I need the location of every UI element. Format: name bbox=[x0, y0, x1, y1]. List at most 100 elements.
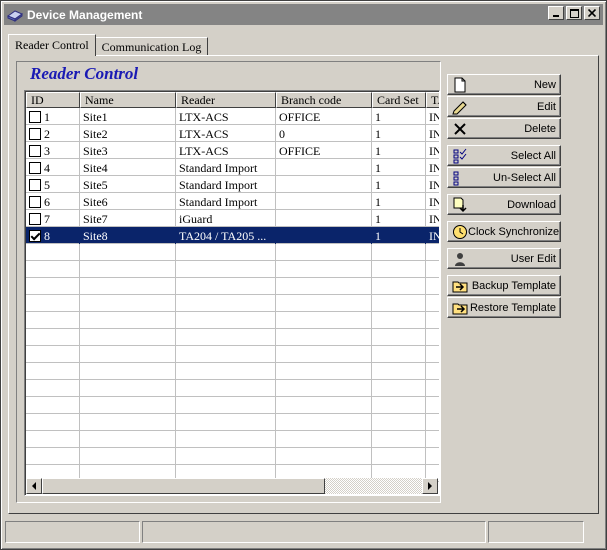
unselect-all-button[interactable]: Un-Select All bbox=[447, 167, 561, 188]
column-header-id[interactable]: ID bbox=[26, 92, 80, 108]
tab-label: Communication Log bbox=[101, 39, 202, 54]
cell-branch-code bbox=[276, 193, 372, 210]
button-label: Clock Synchronize bbox=[468, 225, 560, 238]
select-all-icon bbox=[453, 148, 467, 163]
reader-grid[interactable]: ID Name Reader Branch code Card Set TA 1… bbox=[24, 90, 440, 496]
cell-branch-code: OFFICE bbox=[276, 108, 372, 125]
cell-card-set: 1 bbox=[372, 210, 426, 227]
download-button[interactable]: Download bbox=[447, 194, 561, 215]
button-label: New bbox=[533, 78, 556, 91]
cell-card-set: 1 bbox=[372, 159, 426, 176]
user-edit-button[interactable]: User Edit bbox=[447, 248, 561, 269]
title-bar[interactable]: Device Management bbox=[4, 4, 603, 25]
empty-row bbox=[26, 312, 439, 329]
row-id: 4 bbox=[44, 160, 50, 175]
cell-id: 8 bbox=[26, 227, 80, 244]
empty-row bbox=[26, 329, 439, 346]
backup-folder-icon bbox=[452, 281, 468, 292]
cell-reader: LTX-ACS bbox=[176, 142, 276, 159]
column-header-name[interactable]: Name bbox=[80, 92, 176, 108]
cell-reader: LTX-ACS bbox=[176, 125, 276, 142]
cell-reader: Standard Import bbox=[176, 193, 276, 210]
table-row[interactable]: 5 Site5 Standard Import 1 IN bbox=[26, 176, 439, 193]
cell-ta: IN bbox=[426, 210, 439, 227]
delete-button[interactable]: Delete bbox=[447, 118, 561, 139]
restore-template-button[interactable]: Restore Template bbox=[447, 297, 561, 318]
scroll-right-button[interactable] bbox=[422, 478, 438, 494]
cell-branch-code bbox=[276, 159, 372, 176]
scroll-left-button[interactable] bbox=[26, 478, 42, 494]
empty-row bbox=[26, 397, 439, 414]
maximize-button[interactable] bbox=[566, 6, 582, 20]
cell-ta: IN bbox=[426, 125, 439, 142]
status-panel bbox=[142, 521, 486, 543]
table-row-selected[interactable]: 8 Site8 TA204 / TA205 ... 1 IN bbox=[26, 227, 439, 244]
button-label: Backup Template bbox=[471, 279, 556, 292]
tab-label: Reader Control bbox=[15, 38, 89, 52]
edit-button[interactable]: Edit bbox=[447, 96, 561, 117]
user-icon bbox=[455, 252, 465, 266]
minimize-icon bbox=[553, 15, 559, 17]
horizontal-scrollbar[interactable] bbox=[26, 478, 438, 494]
arrow-left-icon bbox=[32, 482, 36, 490]
row-checkbox[interactable] bbox=[29, 110, 41, 123]
cell-name: Site4 bbox=[80, 159, 176, 176]
table-row[interactable]: 2 Site2 LTX-ACS 0 1 IN bbox=[26, 125, 439, 142]
table-row[interactable]: 6 Site6 Standard Import 1 IN bbox=[26, 193, 439, 210]
status-panel bbox=[5, 521, 140, 543]
group-title: Reader Control bbox=[30, 64, 139, 83]
cell-name: Site1 bbox=[80, 108, 176, 125]
new-button[interactable]: New bbox=[447, 74, 561, 95]
row-checkbox[interactable] bbox=[29, 127, 41, 140]
row-checkbox[interactable] bbox=[29, 178, 41, 191]
row-checkbox[interactable] bbox=[29, 195, 41, 208]
clock-synchronize-button[interactable]: Clock Synchronize bbox=[447, 221, 561, 242]
scroll-thumb[interactable] bbox=[42, 478, 325, 494]
tab-communication-log[interactable]: Communication Log bbox=[94, 37, 209, 56]
row-checkbox[interactable] bbox=[29, 212, 41, 225]
row-checkbox[interactable] bbox=[29, 144, 41, 157]
row-id: 5 bbox=[44, 177, 50, 192]
select-all-button[interactable]: Select All bbox=[447, 145, 561, 166]
cell-card-set: 1 bbox=[372, 176, 426, 193]
cell-name: Site2 bbox=[80, 125, 176, 142]
cell-name: Site3 bbox=[80, 142, 176, 159]
cell-card-set: 1 bbox=[372, 142, 426, 159]
arrow-right-icon bbox=[428, 482, 432, 490]
backup-template-button[interactable]: Backup Template bbox=[447, 275, 561, 296]
table-row[interactable]: 1 Site1 LTX-ACS OFFICE 1 IN bbox=[26, 108, 439, 125]
cell-branch-code bbox=[276, 210, 372, 227]
empty-row bbox=[26, 278, 439, 295]
minimize-button[interactable] bbox=[548, 6, 564, 20]
button-label: Download bbox=[507, 198, 556, 211]
table-row[interactable]: 4 Site4 Standard Import 1 IN bbox=[26, 159, 439, 176]
row-checkbox[interactable] bbox=[29, 229, 41, 242]
download-icon bbox=[453, 197, 467, 212]
column-header-branch-code[interactable]: Branch code bbox=[276, 92, 372, 108]
button-label: Select All bbox=[510, 149, 556, 162]
column-header-reader[interactable]: Reader bbox=[176, 92, 276, 108]
tab-reader-control[interactable]: Reader Control bbox=[8, 34, 96, 56]
status-panel bbox=[488, 521, 584, 543]
window-title: Device Management bbox=[27, 7, 143, 22]
empty-row bbox=[26, 363, 439, 380]
cell-branch-code: OFFICE bbox=[276, 142, 372, 159]
column-header-ta[interactable]: TA bbox=[426, 92, 439, 108]
tab-strip: Reader Control Communication Log bbox=[8, 34, 209, 56]
row-checkbox[interactable] bbox=[29, 161, 41, 174]
cell-ta: IN bbox=[426, 108, 439, 125]
row-id: 1 bbox=[44, 109, 50, 124]
clock-icon bbox=[453, 224, 467, 239]
table-row[interactable]: 7 Site7 iGuard 1 IN bbox=[26, 210, 439, 227]
close-icon bbox=[588, 9, 596, 17]
column-header-card-set[interactable]: Card Set bbox=[372, 92, 426, 108]
button-label: Un-Select All bbox=[493, 171, 556, 184]
close-button[interactable] bbox=[584, 6, 600, 20]
scroll-track[interactable] bbox=[325, 478, 422, 494]
status-bar bbox=[5, 521, 604, 545]
button-label: Edit bbox=[537, 100, 556, 113]
cell-ta: IN bbox=[426, 142, 439, 159]
table-row[interactable]: 3 Site3 LTX-ACS OFFICE 1 IN bbox=[26, 142, 439, 159]
unselect-all-icon bbox=[453, 171, 459, 185]
empty-row bbox=[26, 380, 439, 397]
